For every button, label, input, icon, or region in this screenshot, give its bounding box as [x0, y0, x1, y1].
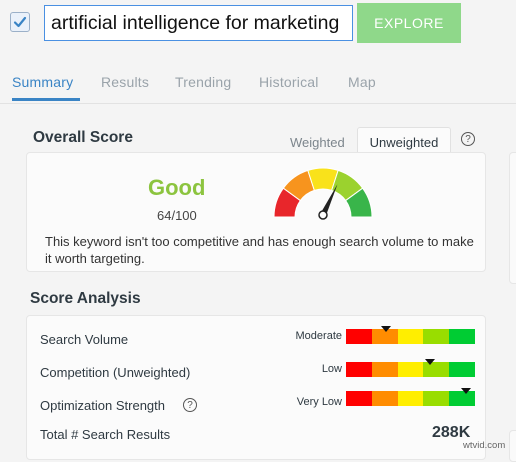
tabs-divider [0, 103, 516, 104]
metric-search-volume-label: Search Volume [40, 332, 129, 347]
tab-summary[interactable]: Summary [12, 74, 73, 90]
tab-map[interactable]: Map [348, 74, 376, 90]
competition-bar [346, 362, 475, 377]
tab-bar: Summary Results Trending Historical Map [0, 70, 516, 104]
explore-button[interactable]: EXPLORE [357, 3, 461, 43]
score-rating: Good [148, 175, 206, 200]
metric-optimization-label: Optimization Strength [40, 398, 166, 413]
keyword-checkbox[interactable] [10, 12, 30, 32]
keyword-search-input[interactable] [44, 5, 353, 41]
score-analysis-title: Score Analysis [30, 290, 141, 307]
tab-results[interactable]: Results [101, 74, 149, 90]
gauge-hub [318, 210, 328, 220]
checkmark-icon [13, 16, 27, 28]
tab-historical[interactable]: Historical [259, 74, 319, 90]
metric-competition-label: Competition (Unweighted) [40, 365, 191, 380]
overall-score-title: Overall Score [33, 129, 133, 146]
metric-search-volume-level: Moderate [295, 330, 342, 342]
optimization-help-icon[interactable]: ? [183, 398, 197, 412]
score-description: This keyword isn't too competitive and h… [45, 234, 474, 266]
metric-optimization-level: Very Low [296, 396, 342, 408]
competition-marker [424, 359, 435, 365]
score-gauge-icon [273, 167, 373, 220]
weighted-toggle[interactable]: Weighted [290, 135, 345, 150]
metric-competition-level: Low [321, 363, 342, 375]
optimization-marker [460, 388, 471, 394]
score-value: 64/100 [157, 208, 197, 223]
search-volume-marker [380, 326, 391, 332]
unweighted-label: Unweighted [369, 135, 439, 150]
side-panel-edge-lower [509, 430, 516, 462]
active-tab-indicator [12, 98, 80, 101]
side-panel-edge [509, 152, 516, 284]
total-results-label: Total # Search Results [40, 427, 171, 442]
watermark: wtvid.com [463, 440, 506, 451]
tab-trending[interactable]: Trending [175, 74, 231, 90]
help-icon[interactable]: ? [461, 132, 475, 146]
search-volume-bar [346, 329, 475, 344]
optimization-bar [346, 391, 475, 406]
